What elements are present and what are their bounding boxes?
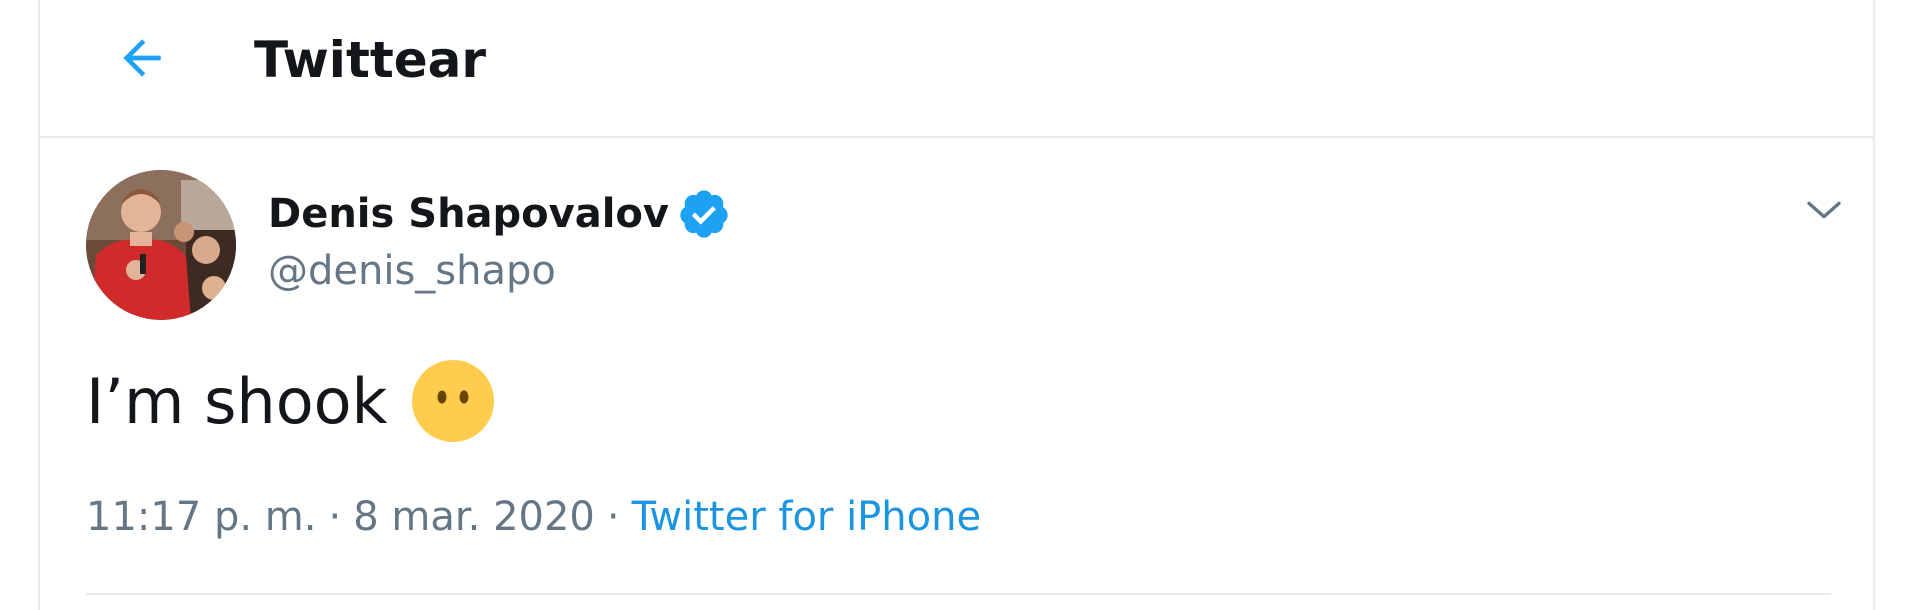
author-info[interactable]: Denis Shapovalov @denis_shapo <box>268 184 731 294</box>
tweet-source-link[interactable]: Twitter for iPhone <box>632 494 982 540</box>
arrow-left-icon <box>123 39 161 77</box>
tweet-text: I’m shook <box>86 356 495 446</box>
tweet-time[interactable]: 11:17 p. m. <box>86 494 317 540</box>
user-handle: @denis_shapo <box>268 248 556 294</box>
divider <box>86 593 1831 595</box>
avatar[interactable] <box>86 170 236 320</box>
page-header: Twittear <box>40 0 1873 138</box>
face-without-mouth-emoji <box>411 359 495 443</box>
tweet-meta: 11:17 p. m. · 8 mar. 2020 · Twitter for … <box>86 494 981 540</box>
tweet-text-body: I’m shook <box>86 364 388 438</box>
tweet-date[interactable]: 8 mar. 2020 <box>353 494 595 540</box>
profile-photo <box>86 170 236 320</box>
tweet-menu-button[interactable] <box>1796 186 1852 234</box>
page-title: Twittear <box>254 31 487 89</box>
chevron-down-icon <box>1807 201 1841 219</box>
back-button[interactable] <box>102 18 182 98</box>
display-name-row: Denis Shapovalov <box>268 184 731 244</box>
meta-separator: · <box>606 494 620 540</box>
meta-separator: · <box>328 494 342 540</box>
display-name: Denis Shapovalov <box>268 191 669 237</box>
tweet-column: Twittear Denis Shapovalov @denis_shapo I… <box>38 0 1875 610</box>
verified-badge-icon <box>677 187 731 241</box>
